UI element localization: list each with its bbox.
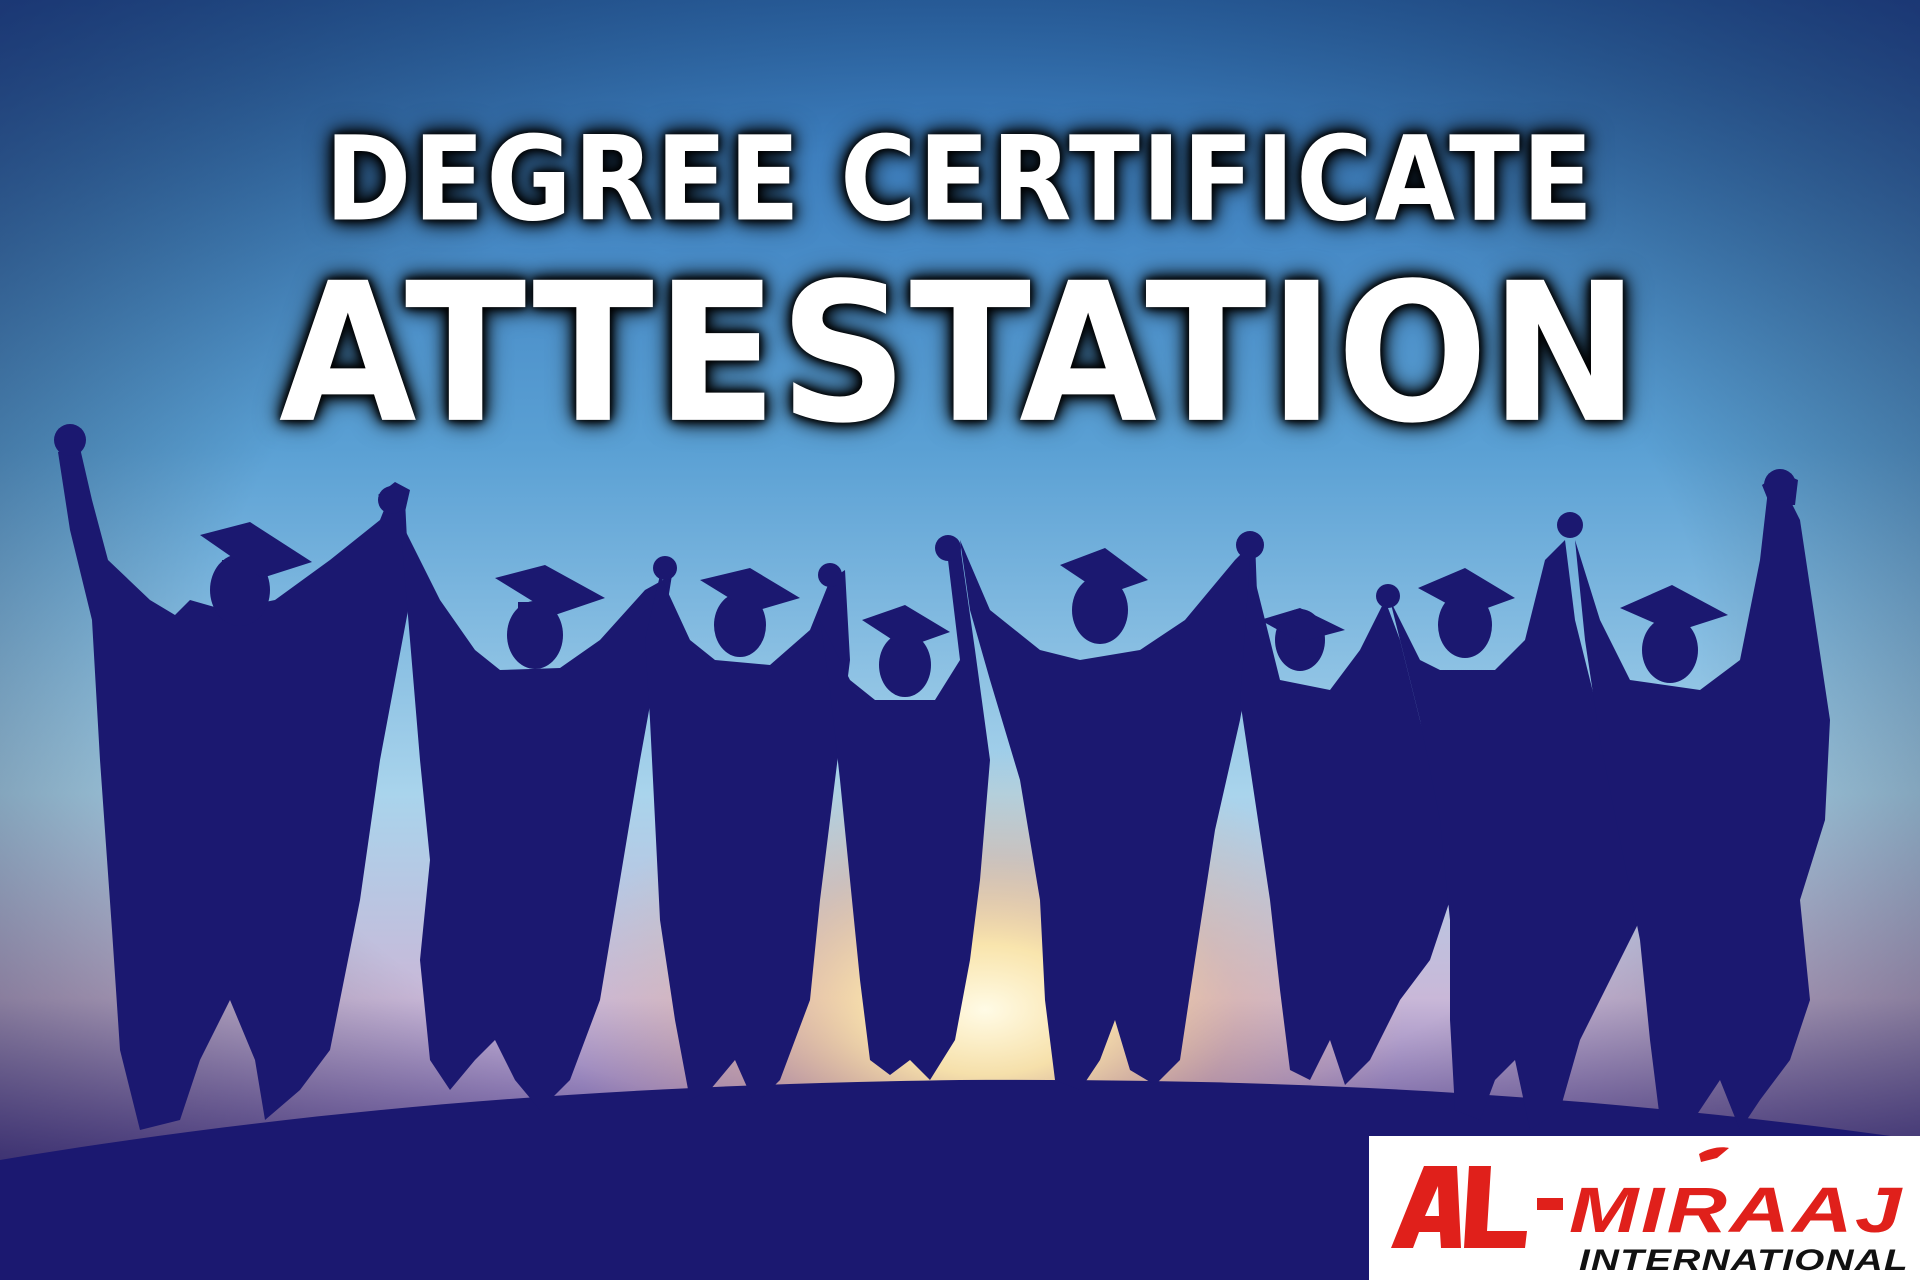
logo-international-text: INTERNATIONAL — [1579, 1244, 1909, 1277]
al-miraaj-logo: MIRAAJ INTERNATIONAL — [1369, 1136, 1920, 1280]
logo-al-mark — [1391, 1166, 1563, 1248]
plane-icon — [1699, 1147, 1729, 1162]
headline-attestation: ATTESTATION — [278, 241, 1642, 466]
banner-scene: DEGREE CERTIFICATE ATTESTATION MIRAAJ IN… — [0, 0, 1920, 1280]
headline-degree-certificate: DEGREE CERTIFICATE — [325, 110, 1595, 248]
logo-miraaj-text: MIRAAJ — [1569, 1174, 1904, 1246]
